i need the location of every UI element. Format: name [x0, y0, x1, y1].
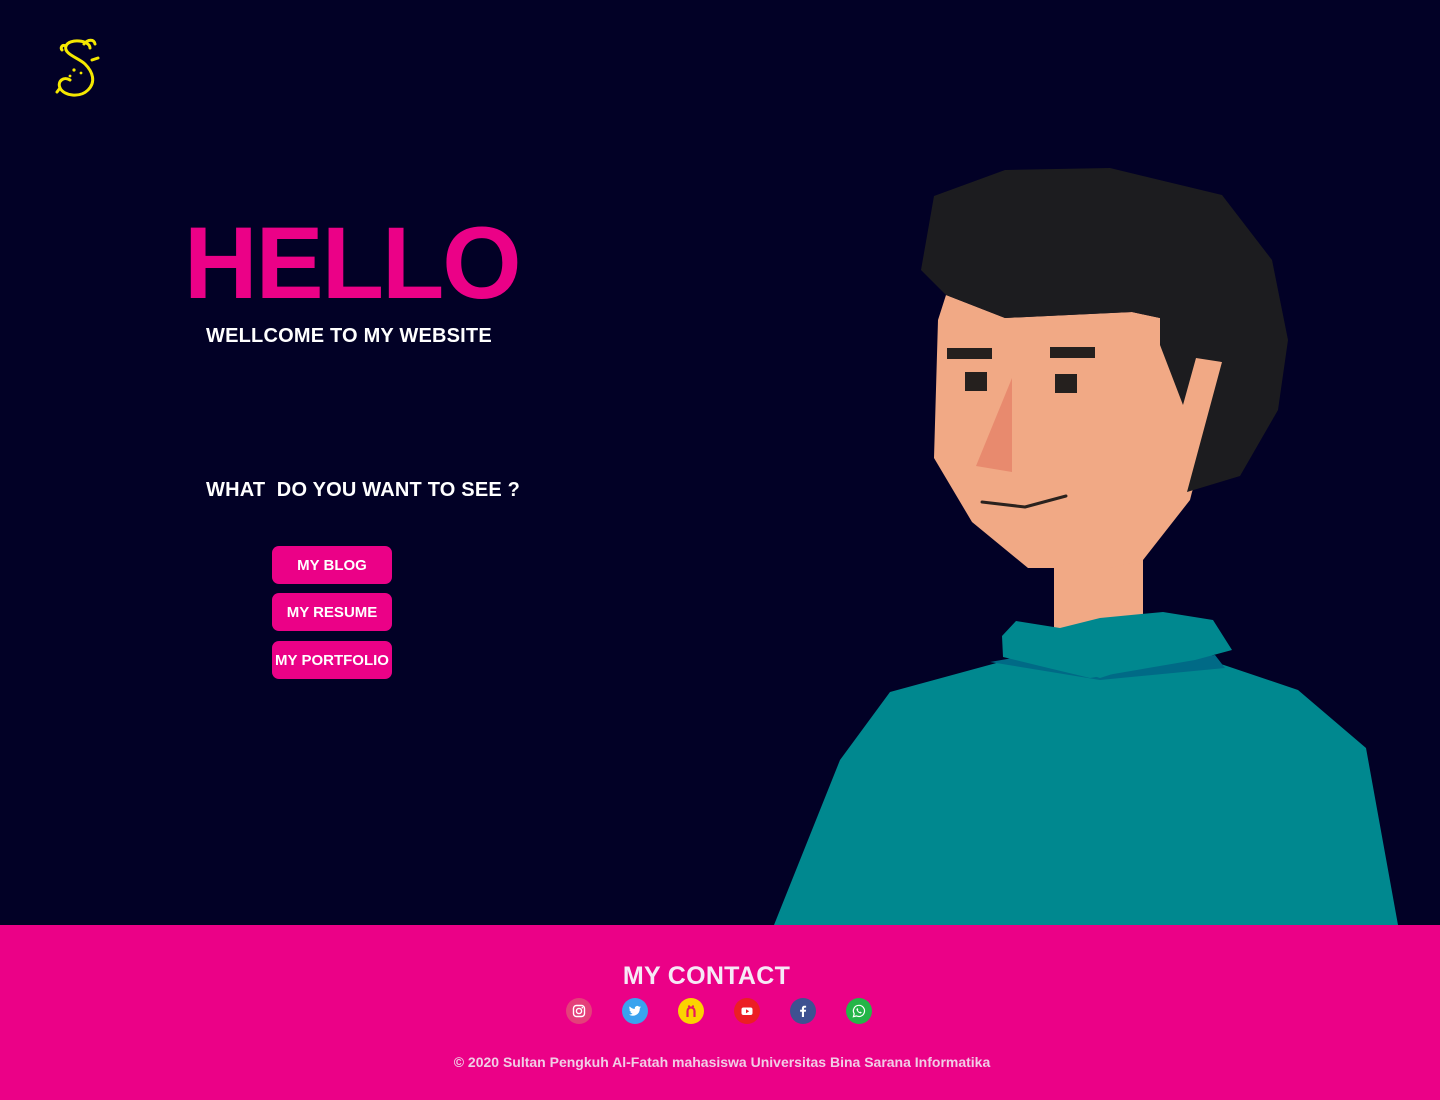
left-eyebrow	[947, 348, 992, 359]
twitter-icon[interactable]	[622, 998, 648, 1024]
hero-section: HELLO WELLCOME TO MY WEBSITE WHAT DO YOU…	[0, 0, 1440, 925]
right-eyebrow	[1050, 347, 1095, 358]
happy-face-icon[interactable]	[678, 998, 704, 1024]
my-resume-button[interactable]: MY RESUME	[272, 593, 392, 631]
my-blog-button[interactable]: MY BLOG	[272, 546, 392, 584]
right-eye	[1055, 374, 1077, 393]
youtube-icon[interactable]	[734, 998, 760, 1024]
my-portfolio-button[interactable]: MY PORTFOLIO	[272, 641, 392, 679]
contact-title: MY CONTACT	[622, 962, 791, 990]
social-links	[566, 998, 872, 1024]
hero-title: HELLO	[184, 206, 522, 320]
shirt-body	[774, 662, 1398, 925]
facebook-icon[interactable]	[790, 998, 816, 1024]
copyright-text: © 2020 Sultan Pengkuh Al-Fatah mahasiswa…	[453, 1054, 991, 1070]
s-monogram-logo[interactable]	[54, 36, 104, 100]
whatsapp-icon[interactable]	[846, 998, 872, 1024]
instagram-icon[interactable]	[566, 998, 592, 1024]
left-eye	[965, 372, 987, 391]
hero-question: WHAT DO YOU WANT TO SEE ?	[206, 479, 521, 501]
man-avatar-illustration	[774, 168, 1398, 925]
hero-subtitle: WELLCOME TO MY WEBSITE	[206, 325, 492, 347]
